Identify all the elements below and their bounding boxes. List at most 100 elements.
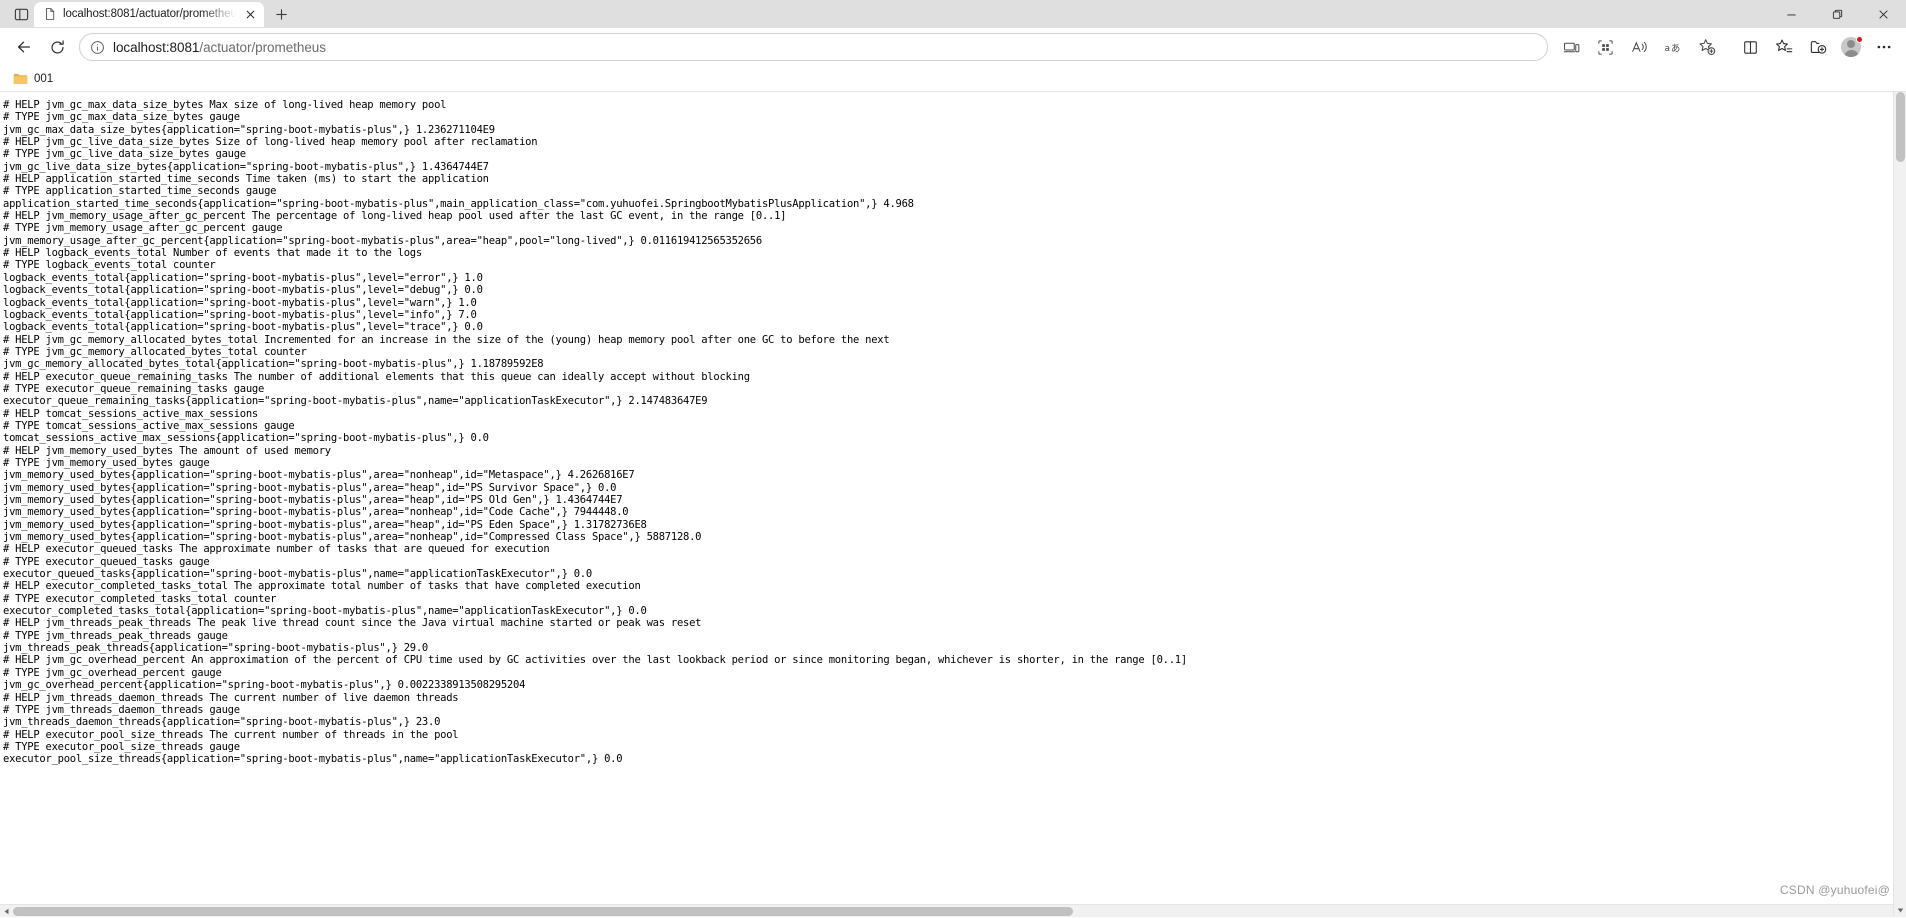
metric-line: # TYPE jvm_memory_usage_after_gc_percent… bbox=[3, 222, 283, 235]
metric-line: logback_events_total{application="spring… bbox=[3, 296, 477, 309]
metric-line: # HELP executor_pool_size_threads The cu… bbox=[3, 728, 459, 741]
metric-line: jvm_memory_used_bytes{application="sprin… bbox=[3, 506, 629, 519]
profile-alert-badge bbox=[1856, 36, 1863, 43]
metric-line: # TYPE jvm_gc_memory_allocated_bytes_tot… bbox=[3, 345, 307, 358]
vertical-scrollbar[interactable] bbox=[1893, 92, 1906, 917]
address-path: /actuator/prometheus bbox=[199, 39, 326, 55]
info-icon[interactable] bbox=[90, 40, 105, 55]
metric-line: jvm_memory_used_bytes{application="sprin… bbox=[3, 531, 702, 544]
metric-line: application_started_time_seconds{applica… bbox=[3, 197, 914, 210]
browser-tab[interactable]: localhost:8081/actuator/prometheus bbox=[34, 1, 264, 27]
browser-toolbar: localhost:8081/actuator/prometheus a あ bbox=[0, 28, 1906, 66]
metric-line: jvm_memory_used_bytes{application="sprin… bbox=[3, 469, 635, 482]
bookmark-label: 001 bbox=[34, 72, 54, 85]
metric-line: # HELP application_started_time_seconds … bbox=[3, 173, 489, 186]
add-favorite-icon[interactable] bbox=[1691, 32, 1723, 62]
metric-line: # HELP tomcat_sessions_active_max_sessio… bbox=[3, 407, 265, 420]
bookmark-folder-001[interactable]: 001 bbox=[8, 70, 58, 87]
metric-line: jvm_memory_usage_after_gc_percent{applic… bbox=[3, 234, 762, 247]
address-host: localhost:8081 bbox=[113, 39, 200, 55]
bookmarks-bar: 001 bbox=[0, 66, 1906, 92]
metric-line: # TYPE executor_pool_size_threads gauge bbox=[3, 740, 240, 753]
metric-line: # TYPE tomcat_sessions_active_max_sessio… bbox=[3, 419, 295, 432]
metric-line: jvm_memory_used_bytes{application="sprin… bbox=[3, 494, 623, 506]
metric-line: # HELP executor_completed_tasks_total Th… bbox=[3, 580, 641, 593]
prometheus-metrics-text: # HELP jvm_gc_max_data_size_bytes Max si… bbox=[0, 92, 1906, 766]
metric-line: # TYPE jvm_threads_peak_threads gauge bbox=[3, 629, 228, 642]
metric-line: jvm_memory_used_bytes{application="sprin… bbox=[3, 481, 617, 494]
metric-line: # HELP jvm_gc_memory_allocated_bytes_tot… bbox=[3, 333, 890, 346]
svg-text:あ: あ bbox=[1671, 43, 1680, 54]
metric-line: logback_events_total{application="spring… bbox=[3, 271, 483, 284]
page-content: # HELP jvm_gc_max_data_size_bytes Max si… bbox=[0, 92, 1906, 917]
metric-line: logback_events_total{application="spring… bbox=[3, 284, 483, 297]
refresh-button[interactable] bbox=[41, 32, 73, 62]
metric-line: # TYPE application_started_time_seconds … bbox=[3, 185, 277, 198]
browser-title-bar: localhost:8081/actuator/prometheus bbox=[0, 0, 1906, 28]
maximize-button[interactable] bbox=[1814, 0, 1860, 28]
metric-line: # TYPE executor_queued_tasks gauge bbox=[3, 555, 210, 568]
metric-line: jvm_memory_used_bytes{application="sprin… bbox=[3, 518, 647, 531]
more-settings-icon[interactable] bbox=[1868, 32, 1900, 62]
metric-line: executor_completed_tasks_total{applicati… bbox=[3, 605, 647, 618]
split-screen-icon[interactable] bbox=[1734, 32, 1766, 62]
page-icon bbox=[43, 7, 57, 21]
profile-button[interactable] bbox=[1836, 32, 1866, 62]
metric-line: logback_events_total{application="spring… bbox=[3, 321, 483, 334]
metric-line: jvm_gc_memory_allocated_bytes_total{appl… bbox=[3, 358, 544, 371]
metric-line: # HELP jvm_memory_usage_after_gc_percent… bbox=[3, 210, 787, 223]
metric-line: # HELP jvm_gc_max_data_size_bytes Max si… bbox=[3, 99, 447, 111]
metric-line: executor_pool_size_threads{application="… bbox=[3, 753, 623, 766]
metric-line: # HELP jvm_memory_used_bytes The amount … bbox=[3, 444, 331, 457]
scroll-down-icon[interactable] bbox=[1894, 904, 1906, 917]
metric-line: # HELP jvm_gc_live_data_size_bytes Size … bbox=[3, 136, 538, 149]
close-window-button[interactable] bbox=[1860, 0, 1906, 28]
folder-icon bbox=[13, 72, 28, 85]
scroll-left-icon[interactable] bbox=[0, 905, 13, 917]
metric-line: jvm_gc_max_data_size_bytes{application="… bbox=[3, 123, 495, 136]
metric-line: jvm_gc_overhead_percent{application="spr… bbox=[3, 679, 526, 692]
metric-line: # TYPE executor_completed_tasks_total co… bbox=[3, 592, 277, 605]
metric-line: # HELP executor_queue_remaining_tasks Th… bbox=[3, 370, 750, 383]
metric-line: logback_events_total{application="spring… bbox=[3, 308, 477, 321]
vertical-scrollbar-thumb[interactable] bbox=[1896, 92, 1905, 162]
address-bar-text[interactable]: localhost:8081/actuator/prometheus bbox=[113, 40, 326, 55]
toolbar-actions: a あ bbox=[1555, 32, 1900, 62]
favorites-icon[interactable] bbox=[1768, 32, 1800, 62]
new-tab-button[interactable] bbox=[267, 2, 295, 27]
metric-line: # TYPE executor_queue_remaining_tasks ga… bbox=[3, 382, 265, 395]
metric-line: tomcat_sessions_active_max_sessions{appl… bbox=[3, 432, 489, 445]
window-controls bbox=[1768, 0, 1906, 28]
svg-text:a: a bbox=[1664, 44, 1670, 54]
address-bar[interactable]: localhost:8081/actuator/prometheus bbox=[79, 33, 1548, 61]
back-button[interactable] bbox=[8, 32, 40, 62]
metric-line: # TYPE jvm_threads_daemon_threads gauge bbox=[3, 703, 240, 716]
close-icon[interactable] bbox=[242, 6, 258, 22]
translate-icon[interactable]: a あ bbox=[1657, 32, 1689, 62]
metric-line: # TYPE logback_events_total counter bbox=[3, 259, 216, 272]
read-aloud-icon[interactable] bbox=[1623, 32, 1655, 62]
minimize-button[interactable] bbox=[1768, 0, 1814, 28]
watermark: CSDN @yuhuofei@ bbox=[1779, 883, 1890, 897]
device-cast-icon[interactable] bbox=[1555, 32, 1587, 62]
metric-line: # HELP jvm_threads_daemon_threads The cu… bbox=[3, 691, 459, 704]
tab-search-icon[interactable] bbox=[8, 2, 34, 26]
metric-line: # HELP executor_queued_tasks The approxi… bbox=[3, 543, 550, 556]
metric-line: jvm_gc_live_data_size_bytes{application=… bbox=[3, 160, 489, 173]
metric-line: # TYPE jvm_memory_used_bytes gauge bbox=[3, 456, 210, 469]
horizontal-scrollbar-thumb[interactable] bbox=[13, 907, 1073, 916]
metric-line: # HELP jvm_threads_peak_threads The peak… bbox=[3, 617, 702, 630]
metric-line: # TYPE jvm_gc_max_data_size_bytes gauge bbox=[3, 111, 240, 124]
metric-line: # TYPE jvm_gc_live_data_size_bytes gauge bbox=[3, 148, 246, 161]
horizontal-scrollbar[interactable] bbox=[0, 904, 1893, 917]
tab-title: localhost:8081/actuator/prometheus bbox=[63, 8, 236, 20]
app-grid-icon[interactable] bbox=[1589, 32, 1621, 62]
metric-line: executor_queue_remaining_tasks{applicati… bbox=[3, 395, 708, 408]
metric-line: # TYPE jvm_gc_overhead_percent gauge bbox=[3, 666, 222, 679]
collections-icon[interactable] bbox=[1802, 32, 1834, 62]
metric-line: jvm_threads_daemon_threads{application="… bbox=[3, 716, 441, 729]
metric-line: # HELP logback_events_total Number of ev… bbox=[3, 247, 422, 260]
metric-line: executor_queued_tasks{application="sprin… bbox=[3, 568, 592, 581]
metric-line: jvm_threads_peak_threads{application="sp… bbox=[3, 642, 429, 655]
tab-strip: localhost:8081/actuator/prometheus bbox=[0, 0, 299, 28]
